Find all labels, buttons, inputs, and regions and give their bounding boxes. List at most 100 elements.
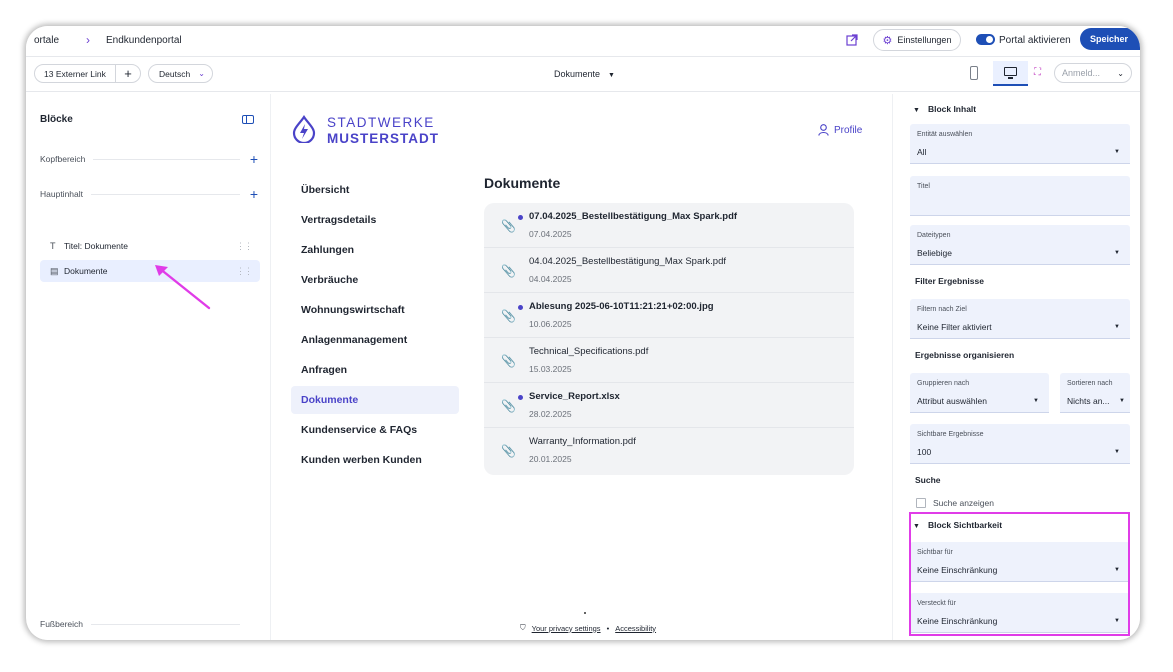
- title-field[interactable]: Titel: [910, 176, 1130, 216]
- desktop-icon-stand: [1008, 77, 1013, 79]
- add-header-block-icon[interactable]: +: [248, 151, 260, 167]
- document-name: 04.04.2025_Bestellbestätigung_Max Spark.…: [529, 256, 726, 267]
- entity-select[interactable]: Entität auswählen All ▼: [910, 124, 1130, 164]
- nav-item-contract[interactable]: Vertragsdetails: [291, 206, 459, 234]
- footer-separator: •: [606, 623, 610, 633]
- document-row[interactable]: 📎 Ablesung 2025-06-10T11:21:21+02:00.jpg…: [484, 293, 854, 338]
- header-section-label: Kopfbereich: [40, 154, 86, 164]
- filetypes-select[interactable]: Dateitypen Beliebige ▼: [910, 225, 1130, 265]
- hidden-for-value: Keine Einschränkung: [917, 616, 998, 626]
- caret-down-icon: ▼: [1114, 449, 1120, 455]
- accessibility-link[interactable]: Accessibility: [615, 624, 656, 633]
- sidebar-toggle-icon[interactable]: [242, 115, 254, 124]
- fullscreen-icon[interactable]: ⛶: [1034, 68, 1044, 78]
- breadcrumb-current: Endkundenportal: [106, 35, 182, 46]
- document-date: 10.06.2025: [529, 319, 572, 329]
- drag-handle-icon[interactable]: ⋮⋮: [236, 266, 253, 277]
- documents-title: Dokumente: [484, 175, 561, 191]
- footer-dot: [584, 612, 586, 614]
- add-main-block-icon[interactable]: +: [248, 186, 260, 202]
- privacy-settings-link[interactable]: Your privacy settings: [532, 624, 601, 633]
- language-select[interactable]: Deutsch ⌄: [148, 64, 213, 83]
- paperclip-icon: 📎: [501, 399, 516, 413]
- filetypes-value: Beliebige: [917, 248, 952, 258]
- desktop-preview-button[interactable]: [993, 61, 1028, 86]
- document-date: 04.04.2025: [529, 274, 572, 284]
- nav-item-documents[interactable]: Dokumente: [291, 386, 459, 414]
- visible-for-value: Keine Einschränkung: [917, 565, 998, 575]
- chevron-down-icon: ⌄: [198, 69, 205, 78]
- caret-down-icon: ▼: [1114, 149, 1120, 155]
- block-item-title[interactable]: T Titel: Dokumente ⋮⋮: [40, 235, 260, 257]
- block-content-header[interactable]: ▼ Block Inhalt: [913, 104, 976, 114]
- page-select[interactable]: Dokumente ▼: [554, 69, 615, 79]
- hidden-for-select[interactable]: Versteckt für Keine Einschränkung ▼: [910, 593, 1130, 633]
- nav-item-housing[interactable]: Wohnungswirtschaft: [291, 296, 459, 324]
- entity-label: Entität auswählen: [917, 131, 973, 138]
- nav-item-payments[interactable]: Zahlungen: [291, 236, 459, 264]
- nav-item-overview[interactable]: Übersicht: [291, 176, 459, 204]
- user-icon: [818, 124, 829, 136]
- hidden-for-label: Versteckt für: [917, 600, 956, 607]
- paperclip-icon: 📎: [501, 444, 516, 458]
- caret-down-icon: ▼: [1114, 324, 1120, 330]
- show-search-checkbox[interactable]: Suche anzeigen: [916, 498, 994, 508]
- block-visibility-label: Block Sichtbarkeit: [927, 520, 1003, 530]
- nav-item-assets[interactable]: Anlagenmanagement: [291, 326, 459, 354]
- document-name: Warranty_Information.pdf: [529, 436, 636, 447]
- document-row[interactable]: 📎 07.04.2025_Bestellbestätigung_Max Spar…: [484, 203, 854, 248]
- desktop-icon: [1004, 67, 1017, 76]
- sort-select[interactable]: Sortieren nach Nichts an... ▼: [1060, 373, 1130, 413]
- document-row[interactable]: 📎 Warranty_Information.pdf 20.01.2025: [484, 428, 854, 473]
- settings-button[interactable]: ⚙ Einstellungen: [873, 29, 961, 51]
- organize-section-title: Ergebnisse organisieren: [915, 350, 1015, 360]
- entity-value: All: [917, 147, 927, 157]
- profile-link[interactable]: Profile: [818, 124, 862, 136]
- title-label: Titel: [917, 183, 930, 190]
- nav-item-referral[interactable]: Kunden werben Kunden: [291, 446, 459, 474]
- add-link-button[interactable]: +: [115, 65, 140, 82]
- caret-down-icon: ▼: [913, 523, 920, 530]
- block-item-documents[interactable]: ▤ Dokumente ⋮⋮: [40, 260, 260, 282]
- page-select-value: Dokumente: [554, 69, 601, 79]
- filter-section-title: Filter Ergebnisse: [915, 276, 984, 286]
- save-button[interactable]: Speicher: [1080, 28, 1140, 50]
- breadcrumb-root[interactable]: ortale: [34, 35, 59, 46]
- profile-label: Profile: [834, 124, 863, 136]
- document-row[interactable]: 📎 Technical_Specifications.pdf 15.03.202…: [484, 338, 854, 383]
- caret-down-icon: ▼: [1114, 250, 1120, 256]
- document-row[interactable]: 📎 Service_Report.xlsx 28.02.2025: [484, 383, 854, 428]
- portal-toggle[interactable]: [976, 34, 995, 45]
- filter-select[interactable]: Filtern nach Ziel Keine Filter aktiviert…: [910, 299, 1130, 339]
- paperclip-icon: 📎: [501, 219, 516, 233]
- caret-down-icon: ▼: [1114, 618, 1120, 624]
- caret-down-icon: ▼: [608, 72, 615, 79]
- nav-item-service[interactable]: Kundenservice & FAQs: [291, 416, 459, 444]
- nav-item-requests[interactable]: Anfragen: [291, 356, 459, 384]
- mobile-preview-icon[interactable]: [970, 66, 978, 80]
- main-section-label: Hauptinhalt: [40, 189, 84, 199]
- block-visibility-header[interactable]: ▼ Block Sichtbarkeit: [913, 520, 1002, 530]
- external-link-icon[interactable]: [846, 34, 858, 46]
- document-icon: ▤: [50, 265, 59, 276]
- footer-section-label: Fußbereich: [40, 619, 83, 629]
- document-name: Technical_Specifications.pdf: [529, 346, 649, 357]
- caret-down-icon: ▼: [1033, 398, 1039, 404]
- document-date: 07.04.2025: [529, 229, 572, 239]
- visible-for-select[interactable]: Sichtbar für Keine Einschränkung ▼: [910, 542, 1130, 582]
- external-link-button[interactable]: 13 Externer Link +: [34, 64, 141, 83]
- caret-down-icon: ▼: [1114, 567, 1120, 573]
- visible-results-select[interactable]: Sichtbare Ergebnisse 100 ▼: [910, 424, 1130, 464]
- drag-handle-icon[interactable]: ⋮⋮: [236, 241, 253, 252]
- nav-item-consumption[interactable]: Verbräuche: [291, 266, 459, 294]
- sort-label: Sortieren nach: [1067, 380, 1113, 387]
- login-select[interactable]: Anmeld... ⌄: [1054, 63, 1132, 83]
- portal-preview: STADTWERKE MUSTERSTADT Profile Übersicht…: [280, 94, 890, 640]
- group-select[interactable]: Gruppieren nach Attribut auswählen ▼: [910, 373, 1049, 413]
- checkbox[interactable]: [916, 498, 926, 508]
- paperclip-icon: 📎: [501, 264, 516, 278]
- group-label: Gruppieren nach: [917, 380, 970, 387]
- paperclip-icon: 📎: [501, 309, 516, 323]
- document-row[interactable]: 📎 04.04.2025_Bestellbestätigung_Max Spar…: [484, 248, 854, 293]
- chevron-down-icon: ⌄: [1117, 68, 1124, 78]
